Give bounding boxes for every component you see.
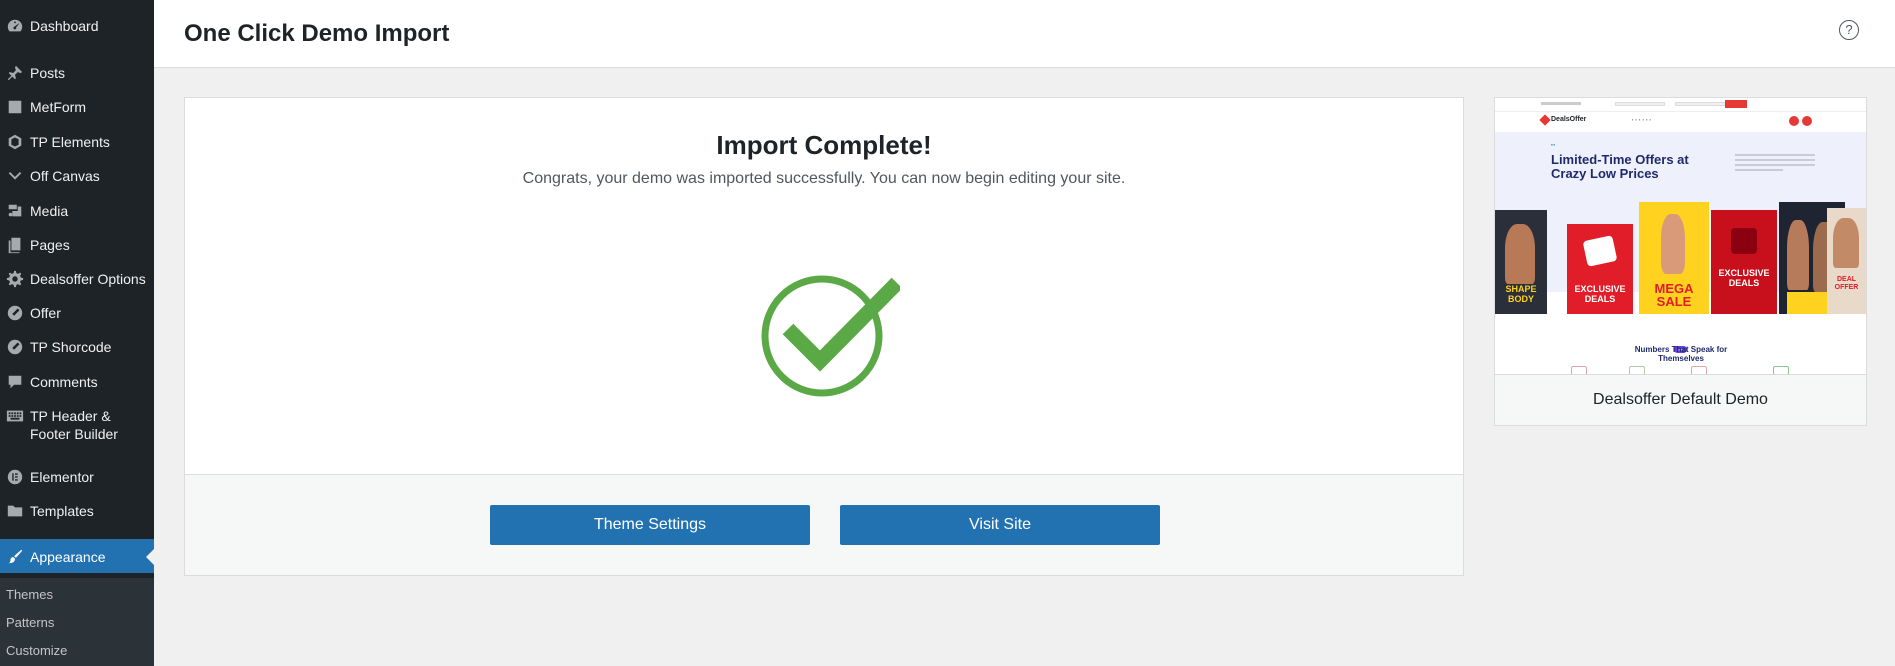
sidebar-item-label: Offer: [30, 305, 61, 321]
page-title: One Click Demo Import: [184, 20, 450, 47]
sidebar-item-label: Dealsoffer Options: [30, 271, 146, 287]
sidebar-item-label: Posts: [30, 65, 66, 81]
panel-footer: Theme Settings Visit Site: [185, 474, 1463, 575]
preview-logo-mark: [1539, 114, 1551, 126]
import-complete-message: Congrats, your demo was imported success…: [522, 170, 1126, 187]
admin-sidebar: Dashboard Posts MetForm TP Elements Off …: [0, 0, 154, 666]
visit-site-button[interactable]: Visit Site: [840, 505, 1160, 545]
form-icon: [0, 98, 30, 116]
elements-icon: [0, 133, 30, 151]
sidebar-item-label: Elementor: [30, 469, 94, 485]
preview-product-strip: SHAPE BODY EXCLUSIVE DEALS MEGA SALE EXC…: [1495, 202, 1866, 332]
media-icon: [0, 202, 30, 220]
preview-tile-text: MEGA SALE: [1654, 281, 1694, 309]
preview-tile: SHAPE BODY: [1495, 210, 1547, 314]
import-complete-panel: Import Complete! Congrats, your demo was…: [184, 97, 1464, 576]
active-indicator-arrow: [146, 549, 154, 565]
preview-stat-icon: [1691, 366, 1707, 374]
sidebar-item-templates[interactable]: Templates: [0, 502, 154, 520]
paintbrush-icon: [0, 548, 30, 566]
sidebar-item-label: Templates: [30, 503, 94, 519]
checkmark-icon: [761, 275, 900, 397]
page-header: One Click Demo Import ?: [154, 0, 1895, 68]
sidebar-item-comments[interactable]: Comments: [0, 373, 154, 391]
preview-nav-links: ▪ ▪ ▪ ▪ ▪ ▪: [1632, 117, 1652, 122]
demo-preview-thumbnail: DealsOffer ▪ ▪ ▪ ▪ ▪ ▪ ▪▪▪ Limited-Time …: [1495, 98, 1866, 375]
preview-stat-icon: [1629, 366, 1645, 374]
preview-topbar: [1495, 98, 1866, 112]
sidebar-item-media[interactable]: Media: [0, 202, 154, 220]
sidebar-item-tp-shorcode[interactable]: TP Shorcode: [0, 338, 154, 356]
preview-tile: MEGA SALE: [1639, 202, 1709, 314]
pages-icon: [0, 236, 30, 254]
sidebar-item-appearance[interactable]: Appearance: [0, 539, 154, 573]
elementor-icon: [0, 468, 30, 486]
folder-icon: [0, 502, 30, 520]
sidebar-item-dealsoffer-options[interactable]: Dealsoffer Options: [0, 270, 154, 288]
preview-tile-text: EXCLUSIVE DEALS: [1574, 284, 1626, 304]
sidebar-item-label: Comments: [30, 374, 98, 390]
gear-icon: [0, 270, 30, 288]
demo-card[interactable]: DealsOffer ▪ ▪ ▪ ▪ ▪ ▪ ▪▪▪ Limited-Time …: [1494, 97, 1867, 426]
preview-section-title: Numbers That Speak for Themselves: [1634, 345, 1728, 363]
preview-stat-icon: [1773, 366, 1789, 374]
sidebar-item-label: Pages: [30, 237, 70, 253]
keyboard-icon: [0, 407, 30, 425]
sidebar-item-label: Media: [30, 203, 69, 219]
sidebar-item-label: TP Elements: [30, 134, 110, 150]
shortcode-icon: [0, 338, 30, 356]
sidebar-item-posts[interactable]: Posts: [0, 64, 154, 82]
demo-card-caption: Dealsoffer Default Demo: [1495, 375, 1866, 425]
sidebar-item-label: Dashboard: [30, 18, 99, 34]
appearance-submenu: Themes Patterns Customize: [0, 578, 154, 666]
theme-settings-button[interactable]: Theme Settings: [490, 505, 810, 545]
preview-nav: DealsOffer ▪ ▪ ▪ ▪ ▪ ▪: [1495, 112, 1866, 132]
preview-tile-text: DEAL OFFER: [1834, 276, 1859, 291]
submenu-item-themes[interactable]: Themes: [6, 587, 53, 602]
preview-tile: EXCLUSIVE DEALS: [1711, 210, 1777, 314]
offer-icon: [0, 304, 30, 322]
preview-nav-dot: [1789, 116, 1799, 126]
sidebar-item-tp-elements[interactable]: TP Elements: [0, 133, 154, 151]
sidebar-item-pages[interactable]: Pages: [0, 236, 154, 254]
sidebar-item-elementor[interactable]: Elementor: [0, 468, 154, 486]
preview-nav-dot: [1802, 116, 1812, 126]
sidebar-item-dashboard[interactable]: Dashboard: [0, 17, 154, 35]
submenu-item-customize[interactable]: Customize: [6, 643, 67, 658]
sidebar-item-metform[interactable]: MetForm: [0, 98, 154, 116]
chevron-down-icon: [0, 167, 30, 185]
preview-tile: EXCLUSIVE DEALS: [1567, 224, 1633, 314]
preview-logo: DealsOffer: [1551, 116, 1587, 123]
sidebar-item-label: Off Canvas: [30, 168, 100, 184]
submenu-item-patterns[interactable]: Patterns: [6, 615, 54, 630]
preview-hero-text-lines: [1735, 154, 1815, 174]
preview-hero-eyebrow: ▪▪▪: [1551, 142, 1556, 147]
preview-tile-text: SHAPE BODY: [1505, 284, 1537, 304]
sidebar-item-label: MetForm: [30, 99, 86, 115]
preview-hero-title: Limited-Time Offers at Crazy Low Prices: [1551, 152, 1689, 181]
dashboard-icon: [0, 17, 30, 35]
sidebar-item-tp-header-footer[interactable]: TP Header & Footer Builder: [0, 407, 130, 443]
preview-tile: DEAL OFFER: [1827, 208, 1866, 314]
help-icon[interactable]: ?: [1839, 20, 1859, 40]
sidebar-item-off-canvas[interactable]: Off Canvas: [0, 167, 154, 185]
pushpin-icon: [0, 64, 30, 82]
sidebar-item-label: TP Shorcode: [30, 339, 112, 355]
import-complete-title: Import Complete!: [716, 130, 932, 160]
sidebar-item-offer[interactable]: Offer: [0, 304, 154, 322]
preview-stat-icon: [1571, 366, 1587, 374]
comment-icon: [0, 373, 30, 391]
sidebar-item-label: Appearance: [30, 549, 106, 565]
preview-tile-text: EXCLUSIVE DEALS: [1718, 268, 1770, 288]
sidebar-item-label: TP Header & Footer Builder: [30, 408, 118, 442]
